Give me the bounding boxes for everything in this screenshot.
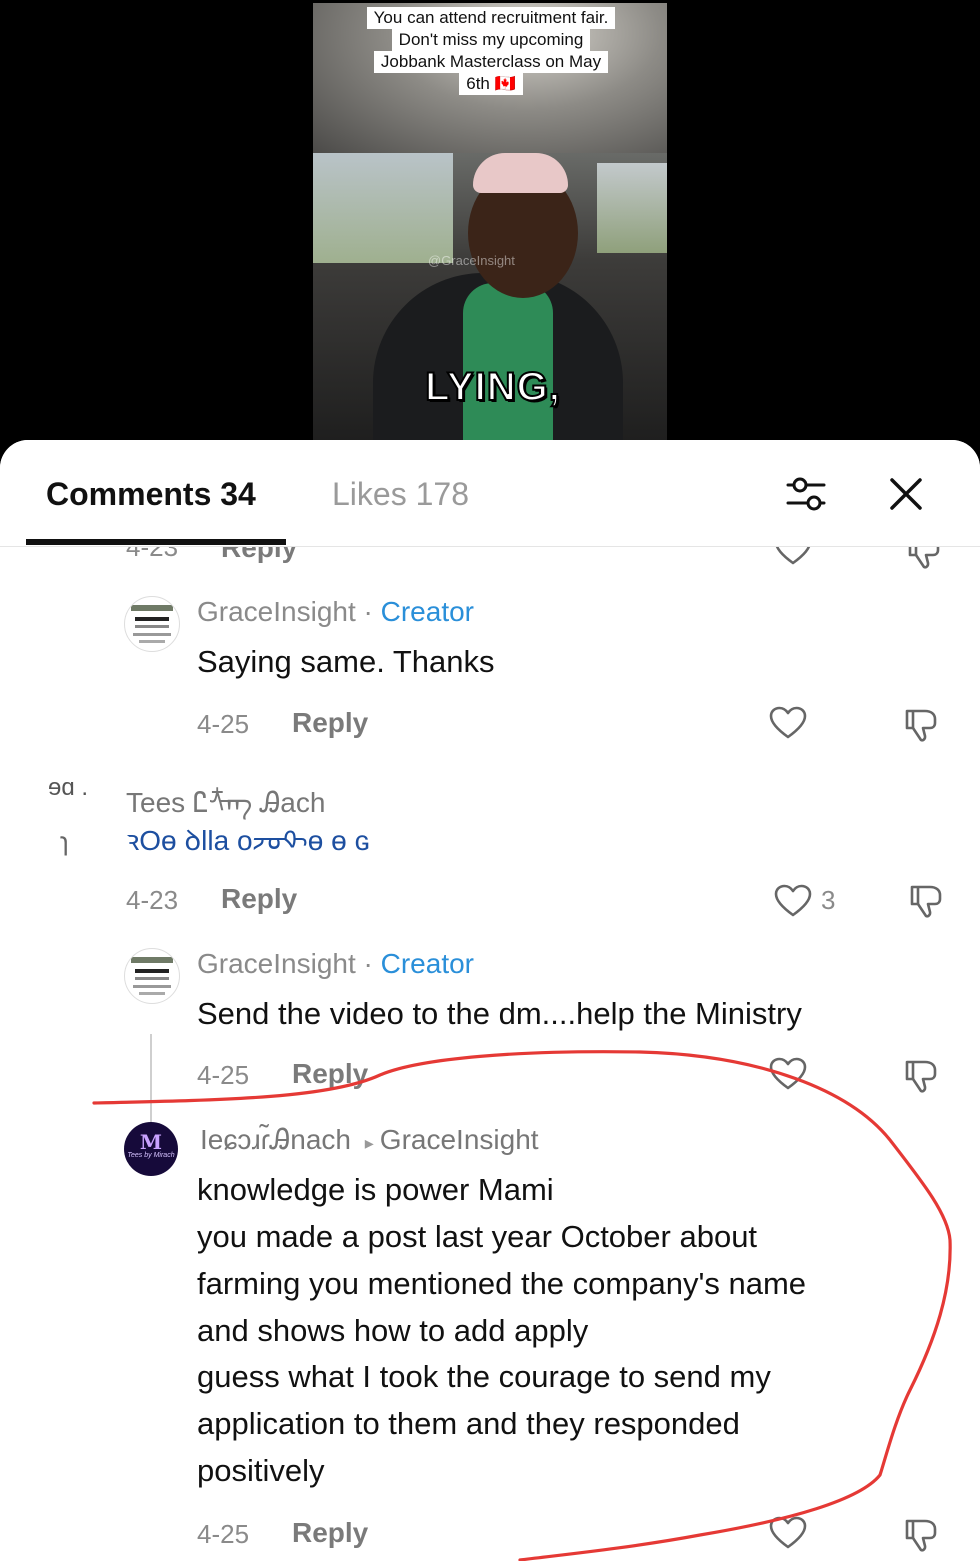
sliders-icon[interactable] <box>784 472 828 516</box>
reply-to-username[interactable]: GraceInsight <box>380 1124 539 1155</box>
video-player[interactable]: @GraceInsight You can attend recruitment… <box>313 3 667 470</box>
video-subtitle: LYING, <box>424 364 561 410</box>
car-window-left <box>313 153 453 263</box>
thumbs-down-icon[interactable] <box>901 705 941 748</box>
comments-sheet: Comments 34 Likes 178 4-23 Reply GraceIn… <box>0 440 980 1561</box>
separator: · <box>355 948 381 979</box>
comment-author[interactable]: GraceInsight · Creator <box>197 596 474 628</box>
tab-comments[interactable]: Comments 34 <box>46 476 256 513</box>
caption-line: 6th 🇨🇦 <box>459 73 523 95</box>
comment-date: 4-23 <box>126 885 179 915</box>
comment-date: 4-25 <box>197 1060 250 1090</box>
comment-text-line: positively <box>197 1453 325 1488</box>
avatar[interactable] <box>124 948 180 1004</box>
comment-text-line: knowledge is power Mami <box>197 1172 554 1207</box>
tab-bar: Comments 34 Likes 178 <box>0 440 980 547</box>
caption-line: You can attend recruitment fair. <box>366 7 616 29</box>
heart-icon[interactable] <box>774 884 812 923</box>
username-fragment: ɘɑ . <box>48 774 89 801</box>
thumbs-down-icon[interactable] <box>901 1515 941 1558</box>
comment-text: Saying same. Thanks <box>197 644 495 679</box>
avatar-caption: Tees by Mirach <box>127 1152 175 1159</box>
like-count: 3 <box>821 885 836 915</box>
car-window-right <box>597 163 667 253</box>
avatar-logo: M <box>139 1130 163 1154</box>
comment-text: ꝛOɵ ꝺlla oᡔᠣᡐɵ ɵ ɢ <box>126 825 371 856</box>
comment-text-line: farming you mentioned the company's name <box>197 1266 807 1301</box>
comment-text: Send the video to the dm....help the Min… <box>197 996 802 1031</box>
separator: · <box>355 596 381 627</box>
username[interactable]: GraceInsight <box>197 948 356 979</box>
comment-text-line: guess what I took the courage to send my <box>197 1359 771 1394</box>
reply-button[interactable]: Reply <box>292 1517 368 1549</box>
video-caption: You can attend recruitment fair. Don't m… <box>353 7 629 95</box>
reply-button[interactable]: Reply <box>292 707 368 739</box>
comment-text-line: and shows how to add apply <box>197 1313 589 1348</box>
active-tab-indicator <box>26 539 286 545</box>
thumbs-down-icon[interactable] <box>901 1056 941 1099</box>
username[interactable]: Ieɕɔɹɾ̃Ꭿnach <box>200 1124 351 1155</box>
close-icon[interactable] <box>884 472 928 516</box>
username[interactable]: Tees Ꮭᡮᡢ Ꭿach <box>126 772 325 821</box>
tab-likes[interactable]: Likes 178 <box>332 476 469 513</box>
creator-badge: Creator <box>380 948 475 979</box>
comment-text-fragment: ɿ <box>60 826 69 856</box>
avatar[interactable]: M Tees by Mirach <box>124 1122 178 1176</box>
heart-icon[interactable] <box>769 706 807 745</box>
heart-icon[interactable] <box>769 1057 807 1096</box>
comment-date: 4-25 <box>197 709 250 739</box>
reply-arrow-icon: ▸ <box>364 1133 374 1153</box>
avatar[interactable] <box>124 596 180 652</box>
person-headband <box>473 153 568 193</box>
comment-author[interactable]: GraceInsight · Creator <box>197 948 474 980</box>
reply-button[interactable]: Reply <box>221 883 297 915</box>
creator-badge: Creator <box>380 596 475 627</box>
comment-text-line: application to them and they responded <box>197 1406 740 1441</box>
heart-icon[interactable] <box>769 1516 807 1555</box>
username[interactable]: GraceInsight <box>197 596 356 627</box>
comments-list[interactable]: 4-23 Reply GraceInsight · Creator Saying… <box>0 532 980 1561</box>
thumbs-down-icon[interactable] <box>906 881 946 924</box>
caption-line: Don't miss my upcoming <box>391 29 591 51</box>
comment-author[interactable]: Ieɕɔɹɾ̃Ꭿnach ▸ GraceInsight <box>200 1124 539 1157</box>
caption-line: Jobbank Masterclass on May <box>373 51 609 73</box>
reply-button[interactable]: Reply <box>292 1058 368 1090</box>
comment-text-line: you made a post last year October about <box>197 1219 758 1254</box>
video-watermark: @GraceInsight <box>428 253 515 268</box>
comment-date: 4-25 <box>197 1519 250 1549</box>
